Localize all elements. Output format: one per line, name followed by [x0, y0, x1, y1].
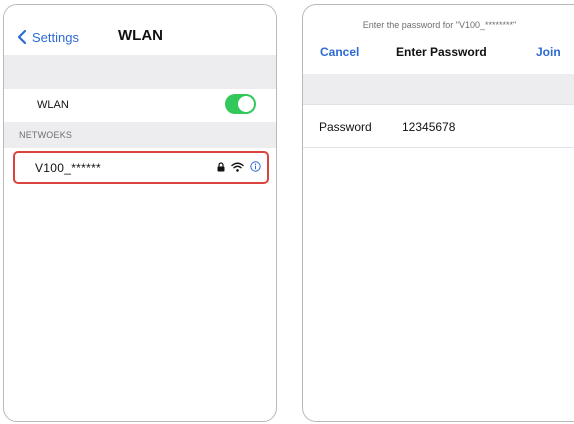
section-spacer — [303, 74, 574, 104]
wlan-settings-screen: Settings WLAN WLAN NETWOEKS V100_****** — [3, 4, 277, 422]
back-label: Settings — [32, 29, 79, 45]
password-field-row[interactable]: Password 12345678 — [303, 104, 574, 148]
password-prompt: Enter the password for "V100_********" — [362, 20, 517, 30]
join-button[interactable]: Join — [536, 45, 561, 59]
password-input[interactable]: 12345678 — [402, 120, 455, 134]
network-list-item[interactable]: V100_****** — [13, 151, 269, 184]
wlan-label: WLAN — [37, 99, 69, 111]
networks-section-header: NETWOEKS — [4, 122, 276, 148]
page-title: WLAN — [118, 27, 163, 44]
toggle-knob — [238, 96, 254, 112]
enter-password-screen: Enter the password for "V100_********" C… — [302, 4, 574, 422]
wlan-toggle-row: WLAN — [4, 89, 276, 122]
section-spacer — [4, 55, 276, 89]
chevron-left-icon — [17, 29, 27, 45]
lock-icon — [217, 161, 225, 171]
nav-bar: Settings WLAN — [4, 5, 276, 55]
networks-header-label: NETWOEKS — [19, 130, 73, 140]
back-button[interactable]: Settings — [17, 29, 79, 45]
page-title: Enter Password — [396, 45, 487, 59]
wifi-icon — [231, 162, 244, 172]
info-icon[interactable] — [250, 161, 261, 172]
cancel-button[interactable]: Cancel — [320, 45, 359, 59]
wlan-toggle[interactable] — [225, 94, 256, 114]
network-name: V100_****** — [35, 161, 102, 175]
password-label: Password — [319, 120, 372, 134]
network-status-icons — [217, 161, 261, 172]
